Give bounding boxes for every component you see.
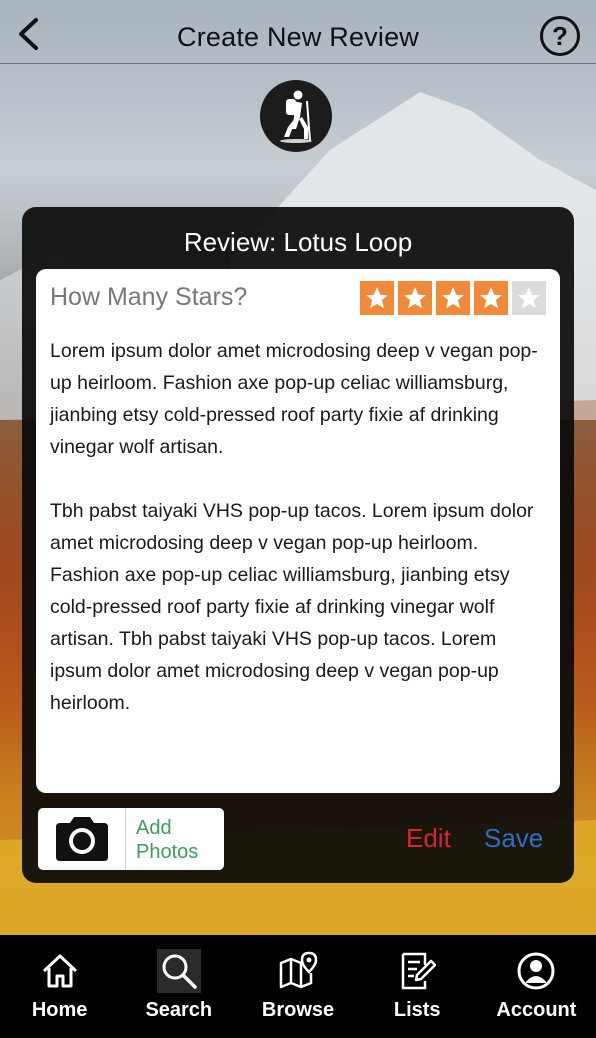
nav-item-home[interactable]: Home xyxy=(0,935,119,1038)
nav-label: Home xyxy=(31,999,88,1021)
star-icon xyxy=(480,287,502,309)
add-photos-button[interactable]: Add Photos xyxy=(38,808,224,870)
bottom-nav: Home Search Browse Lists Account xyxy=(0,935,596,1038)
save-button[interactable]: Save xyxy=(484,823,543,854)
list-edit-icon xyxy=(401,952,437,990)
map-icon xyxy=(279,951,318,989)
edit-button[interactable]: Edit xyxy=(406,823,451,854)
nav-label: Lists xyxy=(393,999,441,1021)
add-photos-label-line1: Add xyxy=(136,817,172,839)
nav-item-search[interactable]: Search xyxy=(119,935,238,1038)
hiker-logo xyxy=(260,80,332,152)
stars-label: How Many Stars? xyxy=(50,283,248,311)
hiker-icon xyxy=(280,90,312,143)
review-title: Review: Lotus Loop xyxy=(183,227,413,257)
nav-label: Account xyxy=(496,999,577,1021)
nav-item-browse[interactable]: Browse xyxy=(238,935,357,1038)
help-button[interactable]: ? xyxy=(540,16,580,56)
review-paragraph: Tbh pabst taiyaki VHS pop-up tacos. Lore… xyxy=(50,500,534,714)
search-icon xyxy=(162,954,197,989)
nav-label: Search xyxy=(145,999,213,1021)
star-icon xyxy=(518,287,540,309)
star-1[interactable] xyxy=(360,281,394,315)
star-5[interactable] xyxy=(512,281,546,315)
review-paragraph: Lorem ipsum dolor amet microdosing deep … xyxy=(50,340,538,458)
star-3[interactable] xyxy=(436,281,470,315)
account-icon xyxy=(517,952,555,990)
star-4[interactable] xyxy=(474,281,508,315)
header-bar: Create New Review ? xyxy=(0,0,596,64)
nav-item-lists[interactable]: Lists xyxy=(358,935,477,1038)
help-icon: ? xyxy=(552,20,568,51)
add-photos-label-line2: Photos xyxy=(136,841,199,863)
star-icon xyxy=(442,287,464,309)
review-body: Lorem ipsum dolor amet microdosing deep … xyxy=(50,335,550,751)
review-text-area[interactable]: How Many Stars? Lorem ipsum dolor amet m… xyxy=(36,269,560,793)
star-icon xyxy=(366,287,388,309)
page-title: Create New Review xyxy=(177,22,419,52)
star-icon xyxy=(404,287,426,309)
nav-item-account[interactable]: Account xyxy=(477,935,596,1038)
review-card: Review: Lotus Loop How Many Stars? Lorem… xyxy=(22,207,574,883)
star-2[interactable] xyxy=(398,281,432,315)
nav-label: Browse xyxy=(261,999,335,1021)
home-icon xyxy=(42,954,77,988)
camera-icon xyxy=(55,817,108,861)
star-rating[interactable] xyxy=(360,281,546,315)
